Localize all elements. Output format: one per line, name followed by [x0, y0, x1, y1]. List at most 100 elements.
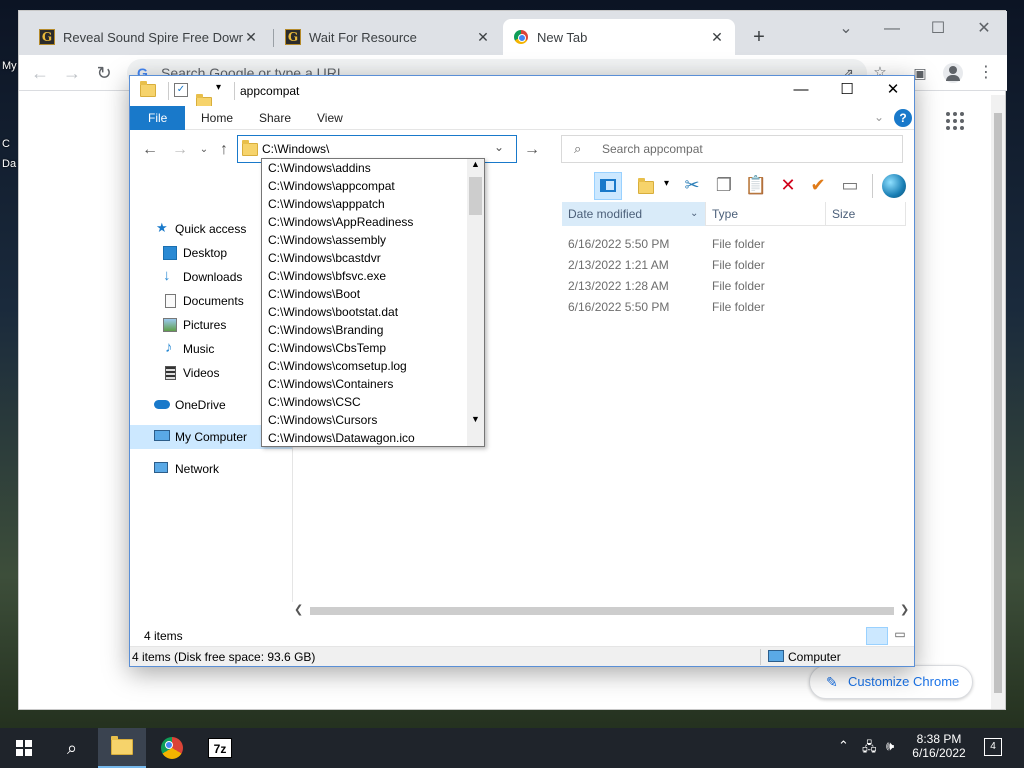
- network-globe-icon[interactable]: [882, 174, 906, 198]
- close-icon[interactable]: ✕: [243, 29, 259, 46]
- list-item[interactable]: C:\Windows\bfsvc.exe: [268, 267, 386, 285]
- customize-qat-icon[interactable]: ▾: [216, 82, 221, 93]
- cut-icon[interactable]: ✂: [678, 172, 706, 200]
- scroll-down-icon[interactable]: ▼: [471, 414, 480, 424]
- horizontal-scrollbar[interactable]: ❮ ❯: [292, 603, 912, 619]
- status-bar: 4 items (Disk free space: 93.6 GB) Compu…: [130, 646, 914, 666]
- list-item[interactable]: C:\Windows\CSC: [268, 393, 361, 411]
- table-row[interactable]: 6/16/2022 5:50 PM File folder: [562, 234, 906, 255]
- dropdown-scrollbar[interactable]: ▲ ▼: [467, 159, 484, 446]
- scroll-left-icon[interactable]: ❮: [294, 603, 303, 616]
- column-size[interactable]: Size: [826, 202, 906, 226]
- back-arrow-icon[interactable]: ←: [140, 140, 160, 160]
- chrome-tab-3[interactable]: New Tab ✕: [503, 19, 735, 55]
- divider: [234, 82, 235, 100]
- list-item[interactable]: C:\Windows\Datawagon.ico: [268, 429, 415, 446]
- column-date-modified[interactable]: Date modified ⌄: [562, 202, 706, 226]
- notification-center-icon[interactable]: 4: [984, 738, 1002, 756]
- minimize-button[interactable]: —: [869, 17, 915, 45]
- list-item[interactable]: C:\Windows\AppReadiness: [268, 213, 413, 231]
- details-view-icon[interactable]: [866, 627, 888, 645]
- properties-check-icon[interactable]: ✓: [174, 83, 188, 97]
- explorer-close-button[interactable]: ✕: [870, 76, 916, 106]
- tab-file[interactable]: File: [130, 106, 186, 130]
- tab-share[interactable]: Share: [245, 106, 305, 130]
- taskbar-file-explorer[interactable]: [98, 728, 146, 768]
- list-item[interactable]: C:\Windows\bootstat.dat: [268, 303, 398, 321]
- copy-icon[interactable]: ❐: [710, 172, 738, 200]
- table-row[interactable]: 6/16/2022 5:50 PM File folder: [562, 297, 906, 318]
- forward-arrow-icon[interactable]: →: [61, 63, 83, 83]
- list-item[interactable]: C:\Windows\Branding: [268, 321, 383, 339]
- back-arrow-icon[interactable]: ←: [29, 63, 51, 83]
- clock-time: 8:38 PM: [916, 732, 962, 746]
- video-film-icon: [165, 366, 176, 380]
- explorer-maximize-button[interactable]: ☐: [824, 76, 870, 106]
- address-dropdown-icon[interactable]: ⌄: [494, 140, 504, 154]
- close-icon[interactable]: ✕: [709, 29, 725, 46]
- recent-locations-icon[interactable]: ⌄: [194, 140, 214, 160]
- preview-pane-icon[interactable]: [594, 172, 622, 200]
- new-item-icon[interactable]: [634, 172, 662, 200]
- rename-icon[interactable]: ▭: [836, 172, 864, 200]
- customize-chrome-button[interactable]: ✎ Customize Chrome: [809, 665, 973, 699]
- list-item[interactable]: C:\Windows\apppatch: [268, 195, 385, 213]
- go-arrow-icon[interactable]: →: [522, 140, 542, 160]
- explorer-title-bar: ✓ ▾ appcompat — ☐ ✕: [130, 76, 916, 110]
- column-type[interactable]: Type: [706, 202, 826, 226]
- explorer-minimize-button[interactable]: —: [778, 76, 824, 106]
- list-item[interactable]: C:\Windows\assembly: [268, 231, 386, 249]
- pencil-icon: ✎: [826, 674, 838, 690]
- list-item[interactable]: C:\Windows\Containers: [268, 375, 393, 393]
- list-item[interactable]: C:\Windows\bcastdvr: [268, 249, 381, 267]
- scroll-up-icon[interactable]: ▲: [471, 159, 480, 169]
- table-row[interactable]: 2/13/2022 1:21 AM File folder: [562, 255, 906, 276]
- table-row[interactable]: 2/13/2022 1:28 AM File folder: [562, 276, 906, 297]
- taskbar-7zip[interactable]: 7z: [196, 728, 244, 768]
- close-icon[interactable]: ✕: [475, 29, 491, 46]
- taskbar-chrome[interactable]: [148, 728, 196, 768]
- expand-ribbon-icon[interactable]: ⌄: [874, 110, 884, 124]
- show-hidden-icons-icon[interactable]: ⌃: [838, 738, 849, 754]
- list-item[interactable]: C:\Windows\appcompat: [268, 177, 395, 195]
- address-input[interactable]: C:\Windows\: [262, 142, 329, 156]
- delete-icon[interactable]: ✕: [774, 172, 802, 200]
- search-input[interactable]: ⌕ Search appcompat: [561, 135, 903, 163]
- tab-view[interactable]: View: [303, 106, 357, 130]
- chrome-tab-1[interactable]: G Reveal Sound Spire Free Downlo ✕: [29, 19, 269, 55]
- sort-chevron-icon: ⌄: [690, 208, 699, 219]
- chrome-tab-2[interactable]: G Wait For Resource ✕: [275, 19, 501, 55]
- list-item[interactable]: C:\Windows\CbsTemp: [268, 339, 386, 357]
- apply-check-icon[interactable]: ✔: [804, 172, 832, 200]
- up-arrow-icon[interactable]: ↑: [214, 140, 234, 160]
- tab-home[interactable]: Home: [187, 106, 247, 130]
- reload-icon[interactable]: ↻: [93, 63, 115, 83]
- list-item[interactable]: C:\Windows\Cursors: [268, 411, 377, 429]
- network-status-icon[interactable]: 🖧: [862, 738, 877, 760]
- list-item[interactable]: C:\Windows\Boot: [268, 285, 360, 303]
- list-item[interactable]: C:\Windows\addins: [268, 159, 371, 177]
- new-item-dropdown-icon[interactable]: ▾: [664, 178, 669, 189]
- apps-grid-icon[interactable]: [945, 111, 965, 131]
- chrome-scrollbar[interactable]: [991, 95, 1005, 709]
- tab-search-icon[interactable]: ⌄: [823, 17, 869, 45]
- start-windows-icon[interactable]: [0, 728, 48, 768]
- profile-avatar-icon[interactable]: [943, 63, 963, 83]
- paste-icon[interactable]: 📋: [742, 172, 770, 200]
- new-tab-button[interactable]: +: [747, 25, 771, 49]
- close-button[interactable]: ✕: [961, 17, 1007, 45]
- scroll-right-icon[interactable]: ❯: [900, 603, 909, 616]
- volume-icon[interactable]: 🕪: [886, 738, 894, 754]
- search-icon[interactable]: ⌕: [48, 728, 96, 768]
- scrollbar-thumb[interactable]: [310, 607, 894, 615]
- scrollbar-thumb[interactable]: [469, 177, 482, 215]
- maximize-button[interactable]: ☐: [915, 17, 961, 45]
- help-icon[interactable]: ?: [894, 109, 912, 127]
- scrollbar-thumb[interactable]: [994, 113, 1002, 693]
- nav-network[interactable]: Network: [130, 457, 292, 481]
- clock[interactable]: 8:38 PM 6/16/2022: [908, 732, 970, 760]
- forward-arrow-icon[interactable]: →: [170, 140, 190, 160]
- list-item[interactable]: C:\Windows\comsetup.log: [268, 357, 407, 375]
- large-icons-view-icon[interactable]: ▭: [890, 627, 910, 645]
- menu-dots-icon[interactable]: ⋮: [975, 63, 997, 83]
